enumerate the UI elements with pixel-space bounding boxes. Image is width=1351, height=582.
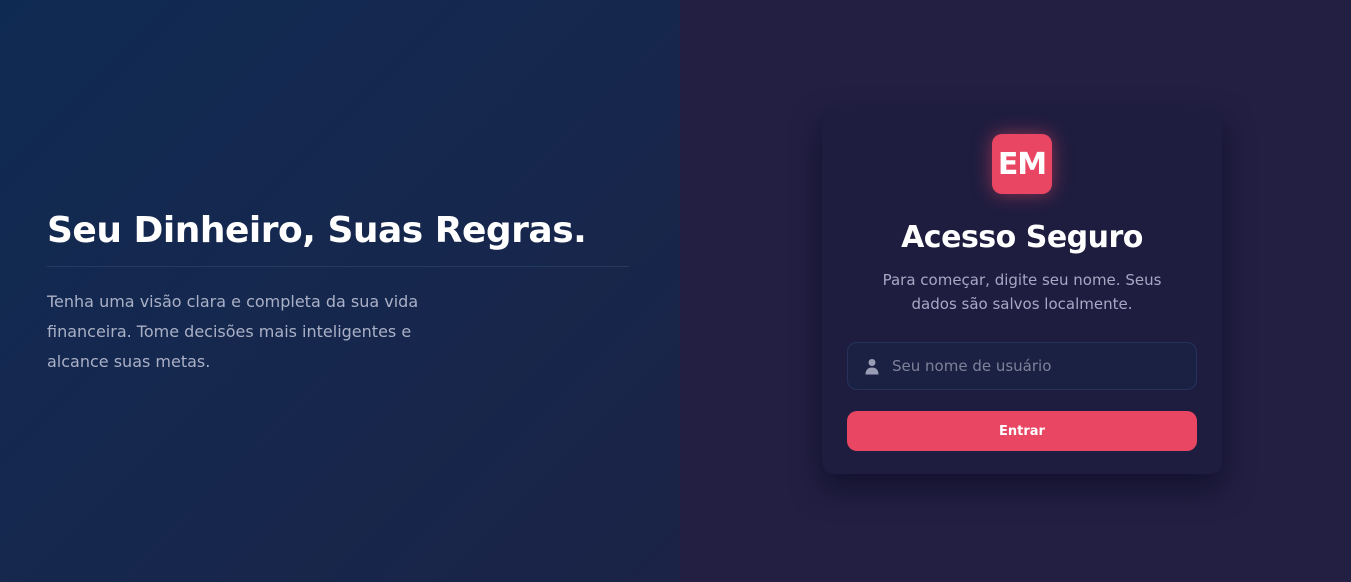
username-field[interactable]	[847, 342, 1197, 390]
app-logo: EM	[992, 134, 1052, 194]
hero-divider	[47, 266, 629, 267]
login-title: Acesso Seguro	[901, 220, 1143, 255]
user-icon	[865, 358, 879, 375]
login-card: EM Acesso Seguro Para começar, digite se…	[822, 108, 1222, 474]
hero-description: Tenha uma visão clara e completa da sua …	[47, 292, 419, 371]
hero-panel: Seu Dinheiro, Suas Regras. Tenha uma vis…	[0, 0, 680, 582]
login-button[interactable]: Entrar	[847, 411, 1197, 451]
username-input[interactable]	[892, 343, 1188, 389]
login-subtitle: Para começar, digite seu nome. Seus dado…	[882, 271, 1162, 313]
hero-title: Seu Dinheiro, Suas Regras.	[47, 210, 587, 251]
